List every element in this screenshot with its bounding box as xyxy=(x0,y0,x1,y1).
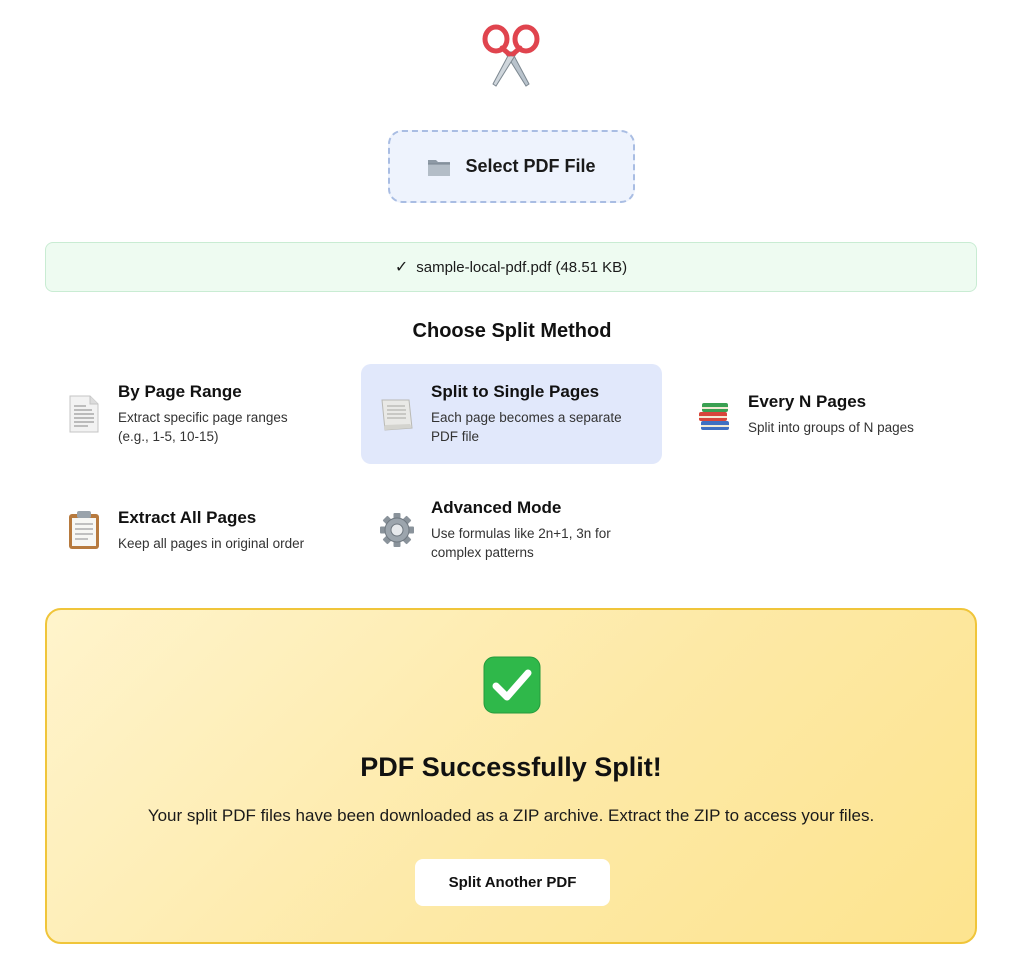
folder-icon xyxy=(428,159,451,176)
method-description: Use formulas like 2n+1, 3n for xyxy=(431,526,611,541)
method-title: Split to Single Pages xyxy=(431,382,600,401)
scissors-icon xyxy=(482,24,540,87)
success-panel: PDF Successfully Split! Your split PDF f… xyxy=(45,608,977,944)
method-option-page-range[interactable]: By Page Range Extract specific page rang… xyxy=(48,364,348,464)
success-message: Your split PDF files have been downloade… xyxy=(147,806,875,825)
method-description: Keep all pages in original order xyxy=(118,535,305,551)
gear-icon xyxy=(380,513,414,547)
method-option-extract-all[interactable]: Extract All Pages Keep all pages in orig… xyxy=(48,480,348,580)
select-pdf-file-label: Select PDF File xyxy=(465,156,596,176)
method-option-single-pages[interactable]: Split to Single Pages Each page becomes … xyxy=(361,364,662,464)
method-title: Every N Pages xyxy=(748,391,867,411)
method-description-line2: (e.g., 1-5, 10-15) xyxy=(118,429,219,444)
method-option-advanced-mode[interactable]: Advanced Mode Use formulas like 2n+1, 3n… xyxy=(361,480,662,580)
checkmark-icon xyxy=(483,656,541,714)
split-another-pdf-button[interactable]: Split Another PDF xyxy=(415,859,610,906)
page-range-icon xyxy=(69,395,99,433)
pdf-split-page: Select PDF File ✓ sample-local-pdf.pdf (… xyxy=(0,0,1024,967)
select-pdf-file-button[interactable]: Select PDF File xyxy=(388,130,635,203)
books-icon xyxy=(699,403,729,430)
method-option-every-n-pages[interactable]: Every N Pages Split into groups of N pag… xyxy=(678,364,978,464)
success-title: PDF Successfully Split! xyxy=(360,752,662,782)
method-description: Split into groups of N pages xyxy=(748,419,914,435)
method-title: By Page Range xyxy=(118,382,242,401)
clipboard-icon xyxy=(69,511,99,549)
method-title: Advanced Mode xyxy=(431,498,562,517)
method-title: Extract All Pages xyxy=(118,507,257,527)
method-description: Extract specific page ranges xyxy=(118,410,288,425)
method-description-line2: complex patterns xyxy=(431,545,534,560)
method-description: Each page becomes a separate xyxy=(431,410,622,425)
method-description-line2: PDF file xyxy=(431,429,480,444)
single-page-icon xyxy=(381,399,413,431)
selected-file-info: ✓ sample-local-pdf.pdf (48.51 KB) xyxy=(45,242,977,292)
selected-file-name: sample-local-pdf.pdf (48.51 KB) xyxy=(416,258,628,276)
split-method-title: Choose Split Method xyxy=(412,320,612,342)
check-mark: ✓ xyxy=(394,259,409,276)
